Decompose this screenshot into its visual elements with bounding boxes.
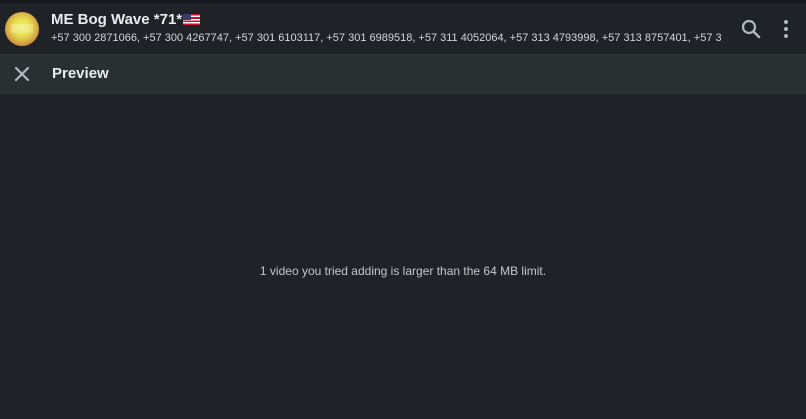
group-title[interactable]: ME Bog Wave *71* (51, 11, 201, 28)
search-icon (741, 19, 761, 39)
preview-title: Preview (52, 65, 109, 82)
us-flag-icon (183, 14, 201, 25)
group-avatar[interactable] (5, 12, 39, 46)
group-title-text: ME Bog Wave *71* (51, 11, 183, 28)
file-size-error-message: 1 video you tried adding is larger than … (259, 264, 547, 278)
search-button[interactable] (739, 17, 763, 41)
chat-header[interactable]: ME Bog Wave *71* +57 300 2871066, +57 30… (0, 3, 806, 54)
close-preview-button[interactable] (10, 62, 34, 86)
preview-header: Preview (0, 54, 806, 94)
more-vertical-icon (784, 20, 788, 38)
avatar-image (11, 24, 33, 33)
menu-button[interactable] (774, 17, 798, 41)
close-icon (14, 66, 30, 82)
app-window: ME Bog Wave *71* +57 300 2871066, +57 30… (0, 0, 806, 419)
participants-list: +57 300 2871066, +57 300 4267747, +57 30… (51, 32, 721, 44)
